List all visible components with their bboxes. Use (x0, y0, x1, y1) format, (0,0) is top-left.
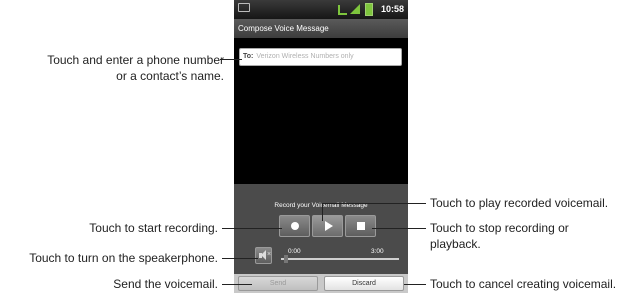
status-time: 10:58 (380, 4, 404, 14)
leader-line (372, 228, 426, 229)
progress-track[interactable] (281, 258, 399, 260)
leader-line (322, 203, 426, 204)
stop-button[interactable] (345, 215, 376, 237)
play-button[interactable] (312, 215, 343, 237)
speakerphone-button[interactable]: × (255, 247, 272, 264)
progress-thumb[interactable] (284, 255, 288, 263)
phone-screen: 10:58 Compose Voice Message To: Verizon W… (234, 0, 408, 293)
record-panel: Record your Voicemail Message × 0:00 3:0… (234, 184, 408, 274)
leader-line (220, 59, 242, 60)
recipient-field[interactable]: To: Verizon Wireless Numbers only (239, 48, 402, 66)
callout-phone-number: Touch and enter a phone number or a cont… (0, 52, 224, 84)
callout-stop: Touch to stop recording or playback. (430, 220, 640, 252)
max-time: 3:00 (371, 248, 384, 255)
discard-button[interactable]: Discard (324, 276, 404, 291)
callout-start-recording: Touch to start recording. (89, 221, 218, 235)
callout-stop-line2: playback. (430, 237, 481, 251)
recipient-placeholder: Verizon Wireless Numbers only (256, 53, 354, 60)
leader-line (222, 258, 258, 259)
record-icon (291, 222, 299, 230)
callout-phone-number-line2: or a contact’s name. (116, 69, 224, 83)
status-bar: 10:58 (234, 0, 408, 19)
callout-speakerphone: Touch to turn on the speakerphone. (29, 251, 218, 265)
leader-line (222, 228, 282, 229)
callout-phone-number-line1: Touch and enter a phone number (47, 53, 224, 67)
callout-stop-line1: Touch to stop recording or (430, 221, 569, 235)
leader-line (404, 284, 426, 285)
to-label: To: (243, 53, 254, 60)
callout-cancel: Touch to cancel creating voicemail. (430, 277, 617, 291)
battery-icon (365, 3, 373, 16)
stop-icon (357, 222, 365, 230)
leader-line (322, 203, 323, 221)
leader-line (222, 284, 252, 285)
usb-icon (338, 5, 347, 15)
callout-send: Send the voicemail. (113, 277, 218, 291)
record-button[interactable] (279, 215, 310, 237)
signal-icon (350, 4, 360, 14)
play-icon (325, 221, 333, 231)
bottom-action-bar: Send Discard (234, 274, 408, 293)
callout-play: Touch to play recorded voicemail. (430, 196, 609, 210)
message-icon (238, 3, 250, 12)
elapsed-time: 0:00 (288, 248, 301, 255)
app-title-bar: Compose Voice Message (234, 19, 408, 38)
